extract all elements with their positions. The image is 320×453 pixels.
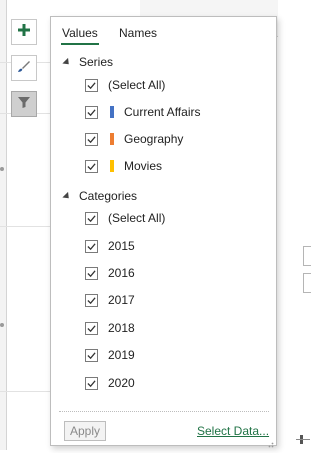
checkbox[interactable] [85,132,98,146]
checkbox[interactable] [85,376,98,390]
checkbox[interactable] [85,266,98,280]
active-tab-indicator [61,43,99,45]
chart-handle[interactable] [0,323,4,327]
series-item-geography[interactable]: Geography [85,130,183,148]
chart-styles-button[interactable] [11,55,37,81]
category-item-2017[interactable]: 2017 [85,291,135,309]
categories-section-header[interactable]: Categories [62,189,138,203]
paintbrush-icon [16,58,32,79]
series-item-current-affairs[interactable]: Current Affairs [85,103,200,121]
format-pane-field[interactable] [303,273,311,293]
series-header-label: Series [79,55,114,69]
checkbox[interactable] [85,105,98,119]
category-item-2018[interactable]: 2018 [85,319,135,337]
category-item-label: 2018 [108,321,135,335]
apply-button[interactable]: Apply [64,421,106,441]
plus-icon [17,23,31,42]
category-item-label: (Select All) [108,211,166,225]
series-select-all[interactable]: (Select All) [85,76,165,94]
series-item-label: (Select All) [108,78,166,92]
filter-tabs: Values Names [51,17,276,47]
resize-grip-icon[interactable] [266,435,274,448]
checkbox[interactable] [85,78,98,92]
series-item-movies[interactable]: Movies [85,157,162,175]
checkbox[interactable] [85,239,98,253]
series-color-swatch [110,133,114,145]
checkbox[interactable] [85,293,98,307]
zoom-slider[interactable] [296,433,310,445]
format-pane [278,0,310,450]
category-item-label: 2016 [108,266,135,280]
checkbox[interactable] [85,321,98,335]
category-item-2020[interactable]: 2020 [85,374,135,392]
filter-icon [17,95,31,114]
checkbox[interactable] [85,159,98,173]
category-item-label: 2015 [108,239,135,253]
category-item-label: 2017 [108,293,135,307]
gridline [0,391,50,392]
series-section-header[interactable]: Series [62,55,114,69]
category-item-2016[interactable]: 2016 [85,264,135,282]
chart-filters-button[interactable] [11,91,37,117]
series-color-swatch [110,160,114,172]
tab-values[interactable]: Values [62,26,98,40]
category-select-all[interactable]: (Select All) [85,209,165,227]
category-item-label: 2020 [108,376,135,390]
select-data-link[interactable]: Select Data... [197,424,269,438]
chart-elements-button[interactable] [11,19,37,45]
category-item-label: 2019 [108,348,135,362]
series-item-label: Movies [124,159,163,173]
tab-names[interactable]: Names [119,26,157,40]
checkbox[interactable] [85,211,98,225]
sheet-edge [0,0,7,450]
chart-handle[interactable] [0,167,4,171]
collapse-triangle-icon [62,191,72,201]
categories-header-label: Categories [79,189,138,203]
category-item-2015[interactable]: 2015 [85,237,135,255]
series-item-label: Geography [124,132,184,146]
gridline [0,226,50,227]
collapse-triangle-icon [62,57,72,67]
footer-divider [59,411,269,412]
category-item-2019[interactable]: 2019 [85,346,135,364]
chart-filter-popup: Values Names Series (Select All) Current… [50,16,277,448]
checkbox[interactable] [85,348,98,362]
format-pane-field[interactable] [303,246,311,266]
series-item-label: Current Affairs [124,105,201,119]
series-color-swatch [110,106,114,118]
